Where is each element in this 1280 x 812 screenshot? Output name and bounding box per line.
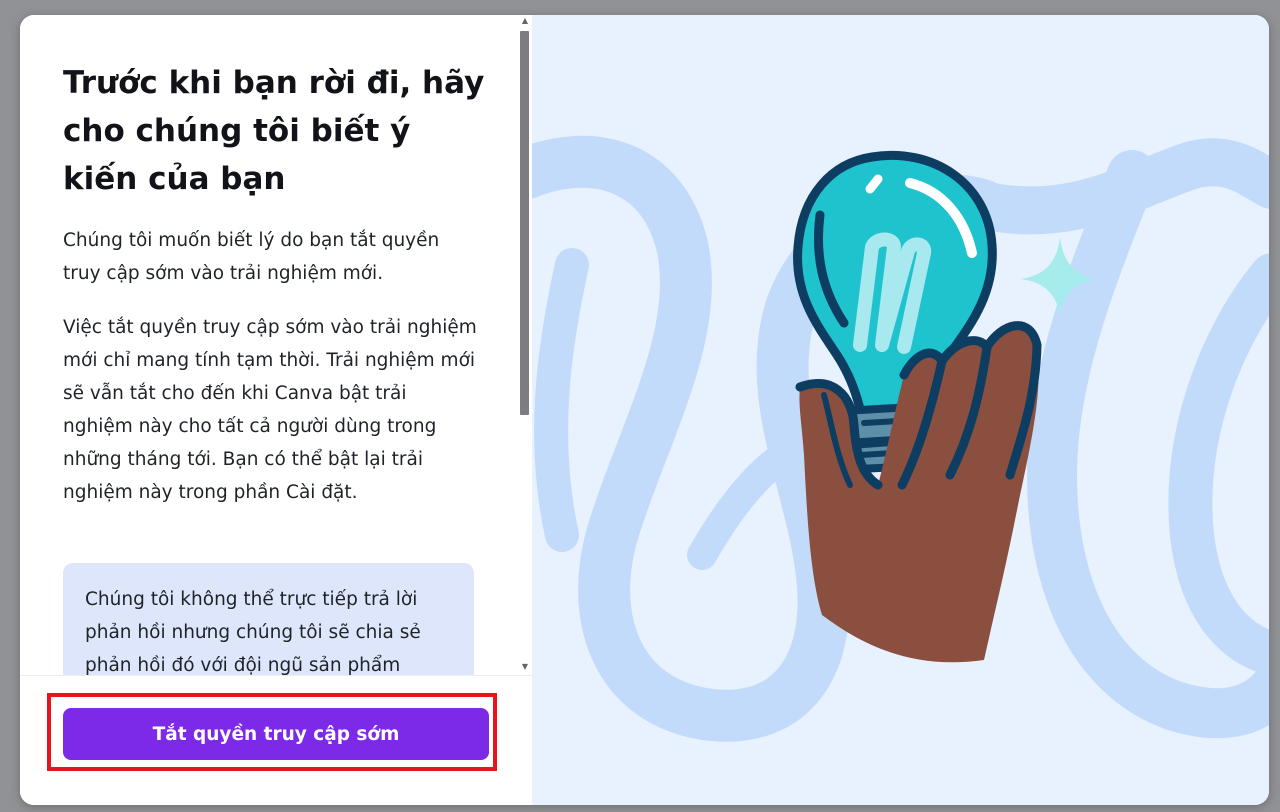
illustration-pane (532, 15, 1269, 805)
feedback-dialog: Trước khi bạn rời đi, hãy cho chúng tôi … (20, 15, 1269, 805)
vertical-scrollbar[interactable]: ▲ ▼ (518, 15, 532, 675)
dialog-title: Trước khi bạn rời đi, hãy cho chúng tôi … (63, 65, 485, 197)
dialog-footer: Tắt quyền truy cập sớm (20, 675, 532, 805)
scrollbar-thumb[interactable] (520, 31, 529, 415)
lightbulb-in-hand-illustration (532, 135, 1269, 742)
disable-early-access-button[interactable]: Tắt quyền truy cập sớm (63, 708, 489, 760)
scrollable-content[interactable]: Trước khi bạn rời đi, hãy cho chúng tôi … (20, 15, 518, 675)
hand-icon (795, 321, 1042, 663)
info-note-text: Chúng tôi không thể trực tiếp trả lời ph… (85, 589, 421, 675)
scroll-down-arrow-icon[interactable]: ▼ (518, 661, 532, 673)
dialog-content-pane: Trước khi bạn rời đi, hãy cho chúng tôi … (20, 15, 532, 805)
intro-paragraph: Chúng tôi muốn biết lý do bạn tắt quyền … (63, 230, 440, 284)
scroll-up-arrow-icon[interactable]: ▲ (518, 15, 532, 27)
explanation-paragraph: Việc tắt quyền truy cập sớm vào trải ngh… (63, 317, 477, 503)
info-note-box: Chúng tôi không thể trực tiếp trả lời ph… (63, 563, 474, 675)
